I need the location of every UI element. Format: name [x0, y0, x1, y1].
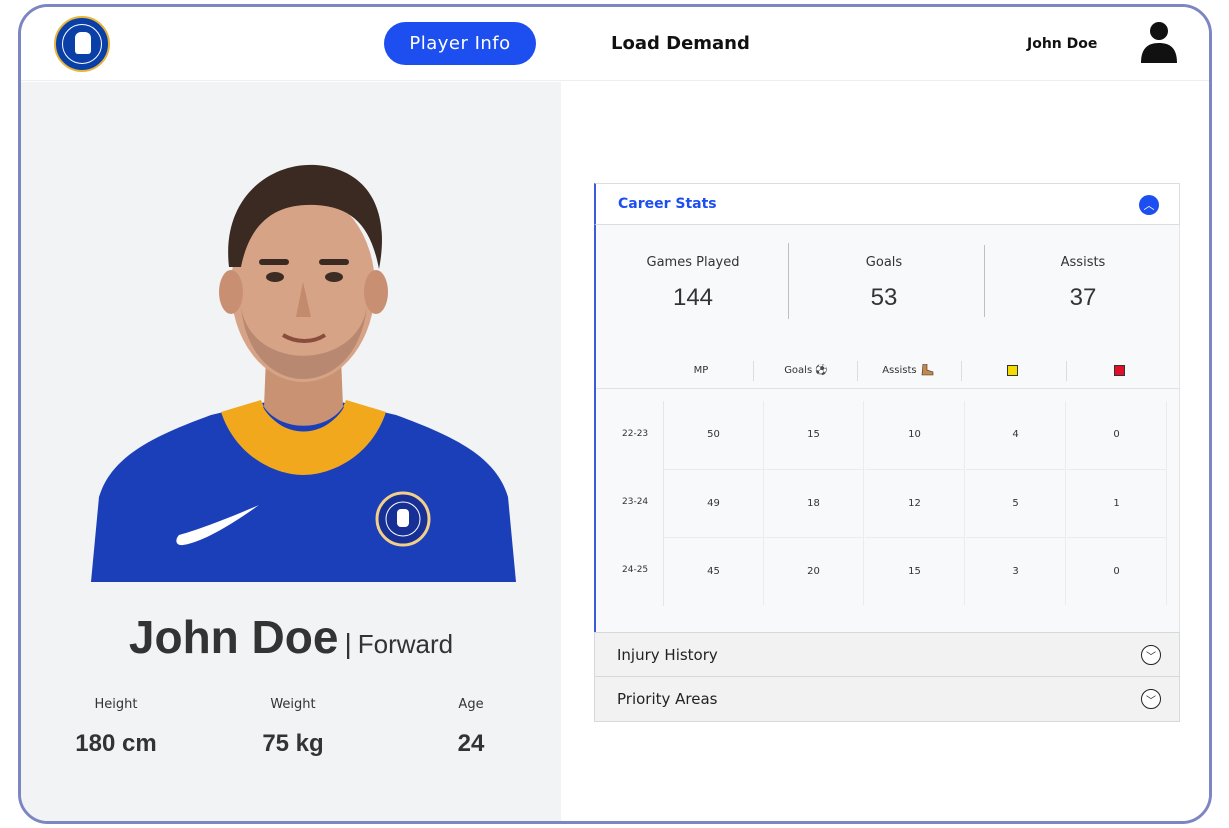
summary-games-played: Games Played 144 [598, 255, 788, 312]
title-separator: | [344, 628, 352, 659]
priority-areas-label: Priority Areas [617, 690, 718, 708]
top-header: Player Info Load Demand John Doe [21, 7, 1209, 81]
weight-label: Weight [270, 697, 316, 712]
season-table-header: MP Goals ⚽ Assists [596, 355, 1180, 389]
priority-areas-accordion[interactable]: Priority Areas ﹀ [594, 677, 1180, 722]
app-frame: Player Info Load Demand John Doe John Do… [18, 4, 1212, 824]
summary-value: 144 [672, 284, 714, 311]
table-row: 22-23 50 15 10 4 0 [596, 401, 1180, 469]
career-stats-title: Career Stats [618, 196, 717, 212]
summary-value: 53 [870, 284, 898, 311]
career-stats-body: Games Played 144 Goals 53 Assists 37 MP … [594, 225, 1180, 632]
player-photo [91, 164, 516, 582]
column-divider [1066, 361, 1067, 381]
table-row: 24-25 45 20 15 3 0 [596, 537, 1180, 605]
cell-goals: 20 [764, 537, 864, 605]
player-position: Forward [357, 629, 454, 659]
load-demand-tab[interactable]: Load Demand [611, 33, 750, 54]
chevron-down-icon[interactable]: ﹀ [1141, 689, 1161, 709]
boot-icon [921, 363, 934, 376]
red-card-icon [1113, 364, 1125, 376]
chevron-up-icon[interactable]: ︿ [1139, 195, 1159, 215]
height-label: Height [94, 697, 138, 712]
table-row: 23-24 49 18 12 5 1 [596, 469, 1180, 537]
user-icon[interactable] [1141, 21, 1177, 63]
season-table-body: 22-23 50 15 10 4 0 23-24 49 18 12 5 1 24… [596, 401, 1180, 605]
cell-yellow: 4 [966, 401, 1066, 469]
weight-attribute: Weight 75 kg [233, 697, 353, 758]
cell-yellow: 5 [966, 469, 1066, 537]
cell-mp: 50 [664, 401, 764, 469]
column-goals-label: Goals [784, 365, 813, 376]
summary-label: Assists [1060, 255, 1106, 270]
injury-history-label: Injury History [617, 646, 718, 664]
yellow-card-icon [1006, 364, 1018, 376]
cell-goals: 15 [764, 401, 864, 469]
column-divider [753, 361, 754, 381]
column-red-cards [1069, 361, 1169, 381]
cell-mp: 49 [664, 469, 764, 537]
column-goals: Goals ⚽ [756, 361, 856, 381]
cell-yellow: 3 [966, 537, 1066, 605]
column-assists: Assists [858, 361, 958, 381]
club-logo[interactable] [54, 16, 110, 72]
weight-value: 75 kg [262, 730, 324, 757]
age-label: Age [458, 697, 484, 712]
height-attribute: Height 180 cm [56, 697, 176, 758]
cell-red: 0 [1067, 401, 1167, 469]
user-name: John Doe [1027, 36, 1098, 52]
summary-value: 37 [1069, 284, 1097, 311]
player-info-tab[interactable]: Player Info [384, 22, 536, 65]
cell-red: 0 [1067, 537, 1167, 605]
player-profile-panel: John Doe | Forward Height 180 cm Weight 75… [21, 82, 561, 821]
career-stats-header[interactable]: Career Stats ︿ [594, 183, 1180, 225]
age-value: 24 [457, 730, 485, 757]
summary-label: Goals [865, 255, 903, 270]
chevron-down-icon[interactable]: ﹀ [1141, 645, 1161, 665]
summary-divider [984, 245, 985, 317]
season-label: 22-23 [622, 429, 649, 439]
summary-label: Games Played [646, 255, 740, 270]
height-value: 180 cm [75, 730, 157, 757]
cell-assists: 12 [865, 469, 965, 537]
lion-icon [75, 32, 91, 54]
stats-card: Career Stats ︿ Games Played 144 Goals 53… [594, 183, 1180, 722]
cell-assists: 10 [865, 401, 965, 469]
season-label: 24-25 [622, 565, 649, 575]
cell-assists: 15 [865, 537, 965, 605]
season-label: 23-24 [622, 497, 649, 507]
cell-mp: 45 [664, 537, 764, 605]
player-title: John Doe | Forward [21, 610, 561, 664]
age-attribute: Age 24 [411, 697, 531, 758]
player-name: John Doe [128, 611, 339, 663]
injury-history-accordion[interactable]: Injury History ﹀ [594, 632, 1180, 677]
column-yellow-cards [962, 361, 1062, 381]
column-assists-label: Assists [882, 365, 917, 376]
football-icon: ⚽ [815, 365, 828, 376]
summary-goals: Goals 53 [789, 255, 979, 312]
cell-goals: 18 [764, 469, 864, 537]
column-mp: MP [693, 365, 709, 376]
summary-assists: Assists 37 [988, 255, 1178, 312]
cell-red: 1 [1067, 469, 1167, 537]
